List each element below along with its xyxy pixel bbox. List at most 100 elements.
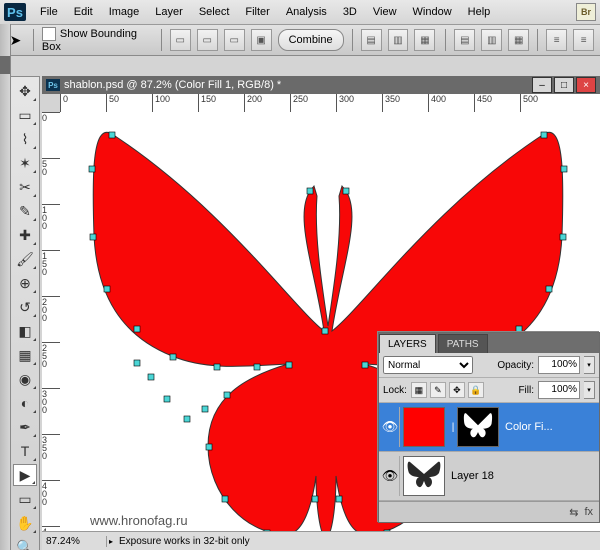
status-text: Exposure works in 32-bit only bbox=[113, 536, 256, 547]
tab-layers[interactable]: LAYERS bbox=[379, 334, 436, 353]
fill-label: Fill: bbox=[518, 385, 534, 396]
mask-thumbnail[interactable] bbox=[457, 407, 499, 447]
fill-thumbnail[interactable] bbox=[403, 407, 445, 447]
ruler-h-tick: 100 bbox=[152, 94, 170, 112]
lock-all-icon[interactable]: 🔒 bbox=[468, 382, 484, 398]
menu-select[interactable]: Select bbox=[191, 3, 238, 21]
ruler-h-tick: 150 bbox=[198, 94, 216, 112]
align-6[interactable]: ▦ bbox=[508, 29, 529, 51]
path-select-tool[interactable]: ▶ bbox=[13, 464, 37, 486]
show-bbox-label: Show Bounding Box bbox=[42, 28, 137, 53]
fx-icon[interactable]: fx bbox=[584, 506, 593, 518]
opacity-label: Opacity: bbox=[497, 360, 534, 371]
ruler-vertical[interactable]: 0 50 100 150 200 250 300 350 400 450 bbox=[42, 112, 61, 550]
watermark-text: www.hronofag.ru bbox=[90, 513, 188, 528]
wand-tool[interactable]: ✶ bbox=[13, 152, 37, 174]
ruler-v-tick: 100 bbox=[42, 204, 60, 230]
link-layers-icon[interactable]: ⇆ bbox=[569, 506, 578, 519]
align-5[interactable]: ▥ bbox=[481, 29, 502, 51]
dock-toggle[interactable] bbox=[0, 56, 10, 74]
menu-3d[interactable]: 3D bbox=[335, 3, 365, 21]
document-title: shablon.psd @ 87.2% (Color Fill 1, RGB/8… bbox=[64, 79, 281, 91]
menu-bar: Ps File Edit Image Layer Select Filter A… bbox=[0, 0, 600, 25]
ruler-h-tick: 250 bbox=[290, 94, 308, 112]
zoom-tool[interactable]: 🔍 bbox=[13, 536, 37, 550]
layer-row[interactable]: 👁 Layer 18 bbox=[379, 452, 599, 501]
show-bounding-box-checkbox[interactable]: Show Bounding Box bbox=[42, 27, 153, 53]
eraser-tool[interactable]: ◧ bbox=[13, 320, 37, 342]
document-titlebar: Ps shablon.psd @ 87.2% (Color Fill 1, RG… bbox=[42, 76, 600, 94]
menu-window[interactable]: Window bbox=[405, 3, 460, 21]
tab-paths[interactable]: PATHS bbox=[438, 334, 488, 353]
bridge-button[interactable]: Br bbox=[576, 3, 596, 21]
dist-1[interactable]: ≡ bbox=[546, 29, 567, 51]
ruler-v-tick: 150 bbox=[42, 250, 60, 276]
hand-tool[interactable]: ✋ bbox=[13, 512, 37, 534]
doc-icon: Ps bbox=[46, 79, 60, 91]
ruler-h-tick: 50 bbox=[106, 94, 119, 112]
visibility-toggle[interactable]: 👁 bbox=[381, 456, 400, 496]
ruler-v-tick: 200 bbox=[42, 296, 60, 322]
menu-edit[interactable]: Edit bbox=[66, 3, 101, 21]
align-2[interactable]: ▥ bbox=[388, 29, 409, 51]
link-icon[interactable]: | bbox=[449, 422, 457, 433]
menu-file[interactable]: File bbox=[32, 3, 66, 21]
menu-view[interactable]: View bbox=[365, 3, 405, 21]
pathop-3[interactable]: ▭ bbox=[224, 29, 245, 51]
move-tool[interactable]: ✥ bbox=[13, 80, 37, 102]
pen-tool[interactable]: ✒ bbox=[13, 416, 37, 438]
layer-name[interactable]: Color Fi... bbox=[503, 421, 553, 433]
ruler-h-tick: 200 bbox=[244, 94, 262, 112]
ruler-horizontal[interactable]: 0 50 100 150 200 250 300 350 400 450 500 bbox=[60, 94, 600, 113]
lock-transparency-icon[interactable]: ▦ bbox=[411, 382, 427, 398]
visibility-toggle[interactable]: 👁 bbox=[381, 407, 400, 447]
pathop-4[interactable]: ▣ bbox=[251, 29, 272, 51]
layer-list: 👁 | Color Fi... 👁 Layer 18 bbox=[379, 403, 599, 501]
layer-thumbnail[interactable] bbox=[403, 456, 445, 496]
history-brush-tool[interactable]: ↺ bbox=[13, 296, 37, 318]
menu-image[interactable]: Image bbox=[101, 3, 148, 21]
zoom-value[interactable]: 87.24% bbox=[42, 536, 107, 547]
type-tool[interactable]: T bbox=[13, 440, 37, 462]
layers-panel: LAYERS PATHS Normal Opacity: 100% ▾ Lock… bbox=[378, 332, 600, 523]
window-minimize[interactable]: – bbox=[532, 77, 552, 93]
layer-row[interactable]: 👁 | Color Fi... bbox=[379, 403, 599, 452]
ruler-v-tick: 250 bbox=[42, 342, 60, 368]
lasso-tool[interactable]: ⌇ bbox=[13, 128, 37, 150]
blend-mode-select[interactable]: Normal bbox=[383, 356, 473, 374]
menu-help[interactable]: Help bbox=[460, 3, 499, 21]
blur-tool[interactable]: ◉ bbox=[13, 368, 37, 390]
dist-2[interactable]: ≡ bbox=[573, 29, 594, 51]
opacity-dropdown[interactable]: ▾ bbox=[584, 356, 595, 374]
opacity-value[interactable]: 100% bbox=[538, 356, 580, 374]
align-4[interactable]: ▤ bbox=[454, 29, 475, 51]
combine-button[interactable]: Combine bbox=[278, 29, 344, 51]
heal-tool[interactable]: ✚ bbox=[13, 224, 37, 246]
eyedropper-tool[interactable]: ✎ bbox=[13, 200, 37, 222]
window-maximize[interactable]: □ bbox=[554, 77, 574, 93]
menu-layer[interactable]: Layer bbox=[147, 3, 191, 21]
crop-tool[interactable]: ✂ bbox=[13, 176, 37, 198]
ruler-h-tick: 350 bbox=[382, 94, 400, 112]
dodge-tool[interactable]: ◐ bbox=[13, 392, 37, 414]
lock-pixels-icon[interactable]: ✎ bbox=[430, 382, 446, 398]
gradient-tool[interactable]: ▦ bbox=[13, 344, 37, 366]
fill-dropdown[interactable]: ▾ bbox=[584, 381, 595, 399]
marquee-tool[interactable]: ▭ bbox=[13, 104, 37, 126]
brush-tool[interactable]: 🖌 bbox=[13, 248, 37, 270]
menu-filter[interactable]: Filter bbox=[237, 3, 277, 21]
fill-value[interactable]: 100% bbox=[538, 381, 580, 399]
ruler-v-tick: 50 bbox=[42, 158, 60, 176]
pathop-2[interactable]: ▭ bbox=[197, 29, 218, 51]
stamp-tool[interactable]: ⊕ bbox=[13, 272, 37, 294]
menu-analysis[interactable]: Analysis bbox=[278, 3, 335, 21]
align-3[interactable]: ▦ bbox=[414, 29, 435, 51]
shape-tool[interactable]: ▭ bbox=[13, 488, 37, 510]
align-1[interactable]: ▤ bbox=[361, 29, 382, 51]
ruler-v-tick: 300 bbox=[42, 388, 60, 414]
layer-name[interactable]: Layer 18 bbox=[449, 470, 494, 482]
lock-position-icon[interactable]: ✥ bbox=[449, 382, 465, 398]
window-close[interactable]: × bbox=[576, 77, 596, 93]
ruler-h-tick: 0 bbox=[60, 94, 68, 112]
pathop-1[interactable]: ▭ bbox=[170, 29, 191, 51]
